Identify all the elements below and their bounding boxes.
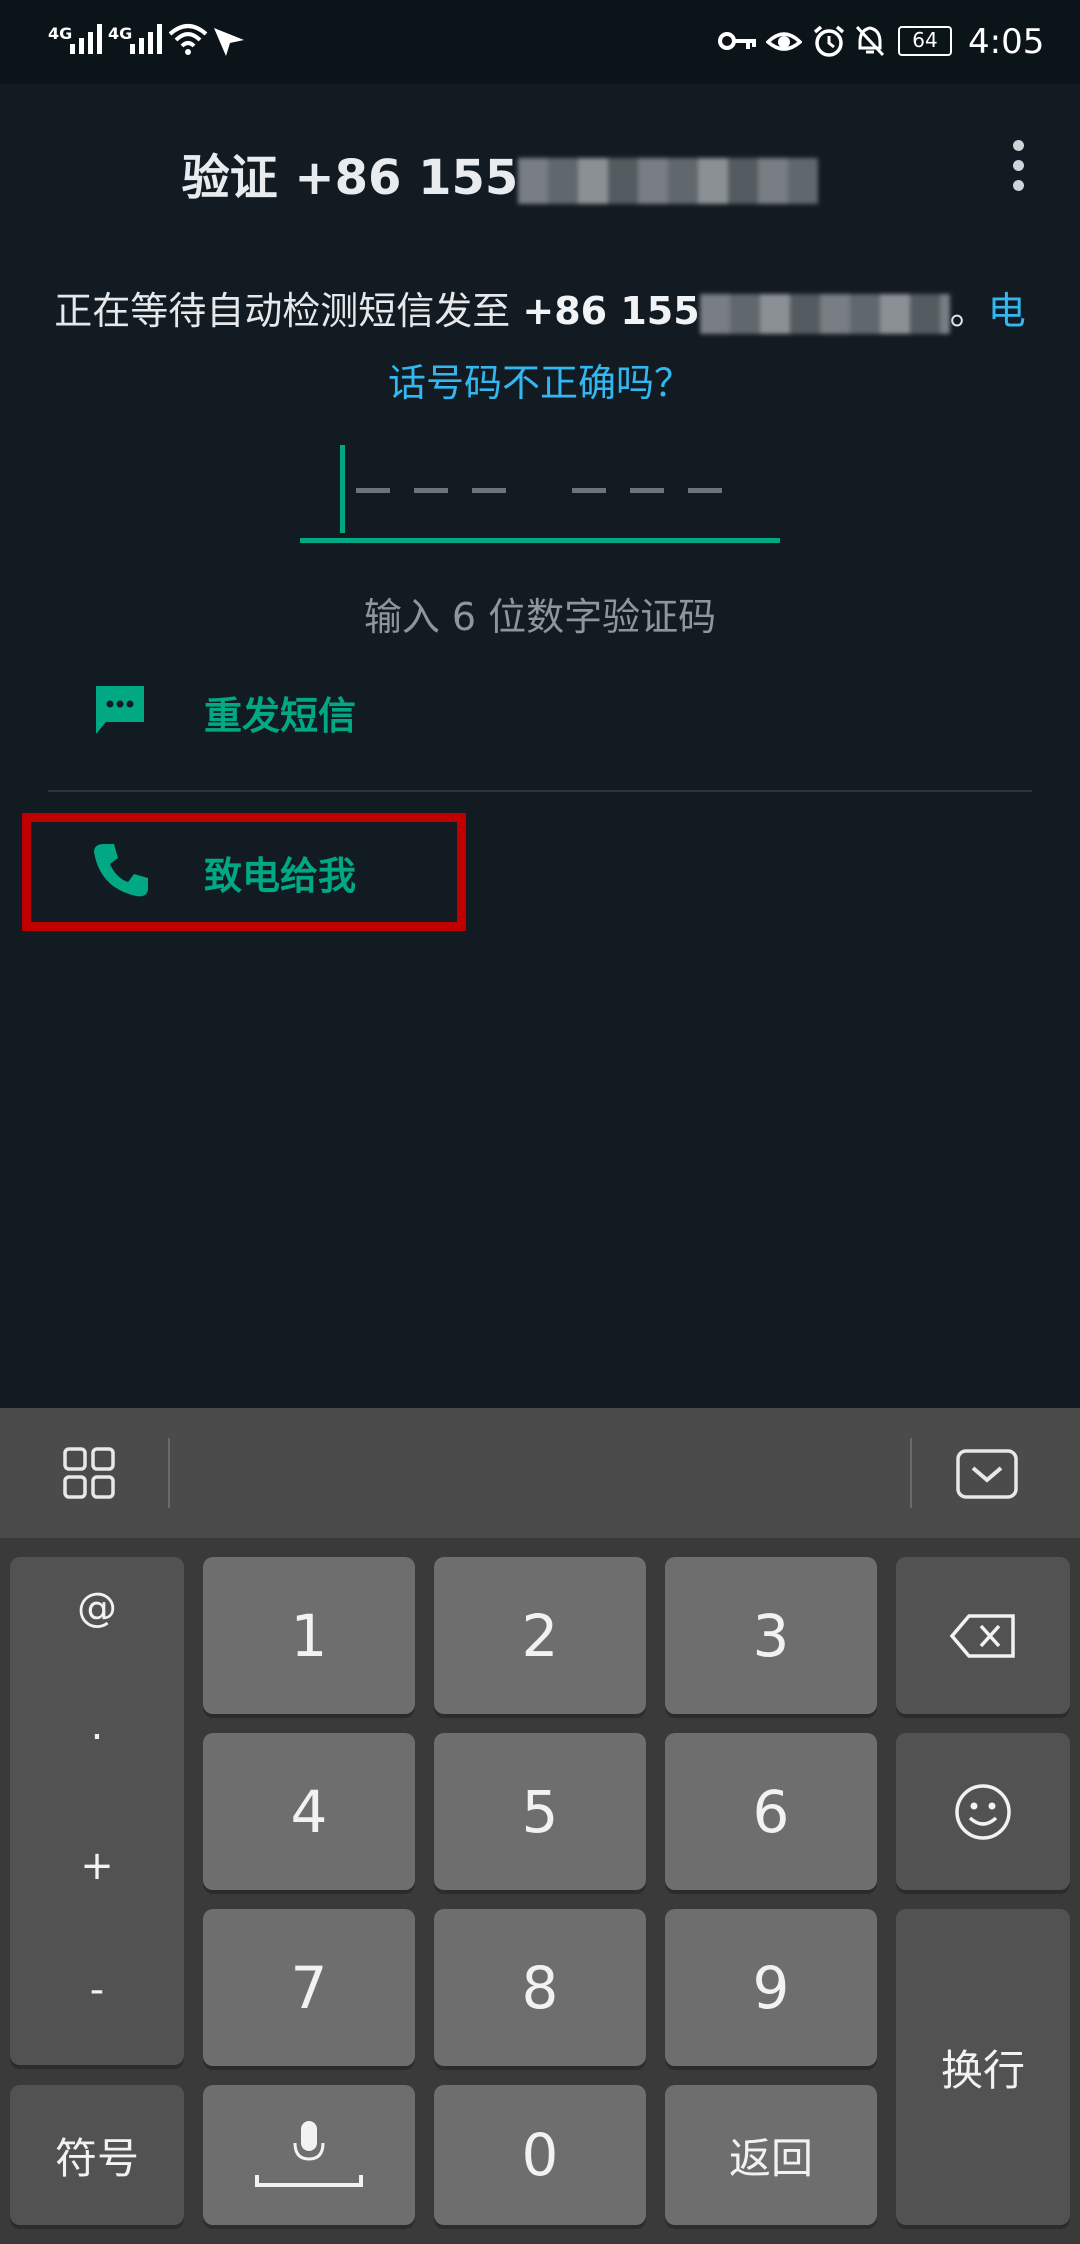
bell-off-icon <box>855 25 885 57</box>
highlight-box <box>22 813 466 931</box>
battery-level: 64 <box>912 28 938 52</box>
microphone-icon <box>255 2121 363 2187</box>
description-number: +86 155 <box>522 289 700 333</box>
message-icon <box>96 686 144 734</box>
code-digit-placeholder <box>688 488 722 493</box>
code-hint: 输入 6 位数字验证码 <box>363 595 717 639</box>
text-cursor <box>340 445 345 533</box>
key-1[interactable]: 1 <box>203 1557 415 1714</box>
toolbar-divider <box>910 1438 912 1508</box>
key-2[interactable]: 2 <box>434 1557 646 1714</box>
clock: 4:05 <box>968 22 1045 62</box>
key-7[interactable]: 7 <box>203 1909 415 2066</box>
grid-icon[interactable] <box>62 1446 116 1500</box>
emoji-icon <box>955 1783 1011 1840</box>
eye-icon <box>766 32 802 51</box>
masked-number <box>699 293 950 334</box>
more-vert-icon[interactable] <box>1000 140 1036 200</box>
symbols-key[interactable]: 符号 <box>10 2085 184 2225</box>
symbol-column-key[interactable]: @ . + - <box>10 1557 184 2065</box>
wrong-number-link[interactable]: 话号码不正确吗？ <box>0 352 1080 407</box>
backspace-icon <box>949 1613 1015 1658</box>
signal-icon <box>130 24 162 54</box>
masked-number <box>518 158 819 204</box>
key-9[interactable]: 9 <box>665 1909 877 2066</box>
key-8[interactable]: 8 <box>434 1909 646 2066</box>
resend-sms-button[interactable]: 重发短信 <box>0 655 1080 765</box>
network-label: 4G <box>108 24 133 43</box>
at-symbol[interactable]: @ <box>10 1585 184 1631</box>
alarm-icon <box>813 25 845 57</box>
toolbar-divider <box>168 1438 170 1508</box>
wrong-number-link-start[interactable]: 电 <box>988 289 1026 333</box>
code-digit-placeholder <box>414 488 448 493</box>
return-key[interactable]: 返回 <box>665 2085 877 2225</box>
page-title: 验证 +86 155 <box>0 138 1000 208</box>
plus-symbol[interactable]: + <box>10 1843 184 1889</box>
battery-icon: 64 <box>898 26 952 56</box>
wifi-icon <box>168 24 208 55</box>
keyboard-toolbar <box>0 1408 1080 1538</box>
enter-key[interactable]: 换行 <box>896 1909 1070 2225</box>
code-digit-placeholder <box>630 488 664 493</box>
resend-sms-label: 重发短信 <box>204 694 357 738</box>
dot-symbol[interactable]: . <box>10 1703 184 1749</box>
key-3[interactable]: 3 <box>665 1557 877 1714</box>
code-digit-placeholder <box>472 488 506 493</box>
network-label: 4G <box>48 24 73 43</box>
backspace-key[interactable] <box>896 1557 1070 1714</box>
code-input-underline <box>300 538 780 543</box>
description-period: 。 <box>949 289 988 333</box>
signal-icon <box>70 24 102 54</box>
key-icon <box>718 32 756 50</box>
key-5[interactable]: 5 <box>434 1733 646 1890</box>
key-0[interactable]: 0 <box>434 2085 646 2225</box>
code-digit-placeholder <box>356 488 390 493</box>
keyboard-hide-icon[interactable] <box>955 1448 1019 1500</box>
verification-code-input[interactable] <box>300 445 780 545</box>
voice-key[interactable] <box>203 2085 415 2225</box>
key-4[interactable]: 4 <box>203 1733 415 1890</box>
emoji-key[interactable] <box>896 1733 1070 1890</box>
location-arrow-icon <box>214 28 244 56</box>
code-digit-placeholder <box>572 488 606 493</box>
divider <box>48 790 1032 792</box>
minus-symbol[interactable]: - <box>10 1967 184 2013</box>
description-line: 正在等待自动检测短信发至 +86 155 。电 <box>0 280 1080 335</box>
status-bar: 4G 4G 64 4:05 <box>0 0 1080 84</box>
key-6[interactable]: 6 <box>665 1733 877 1890</box>
description-text: 正在等待自动检测短信发至 <box>54 289 523 333</box>
page-title-text: 验证 +86 155 <box>181 150 519 206</box>
